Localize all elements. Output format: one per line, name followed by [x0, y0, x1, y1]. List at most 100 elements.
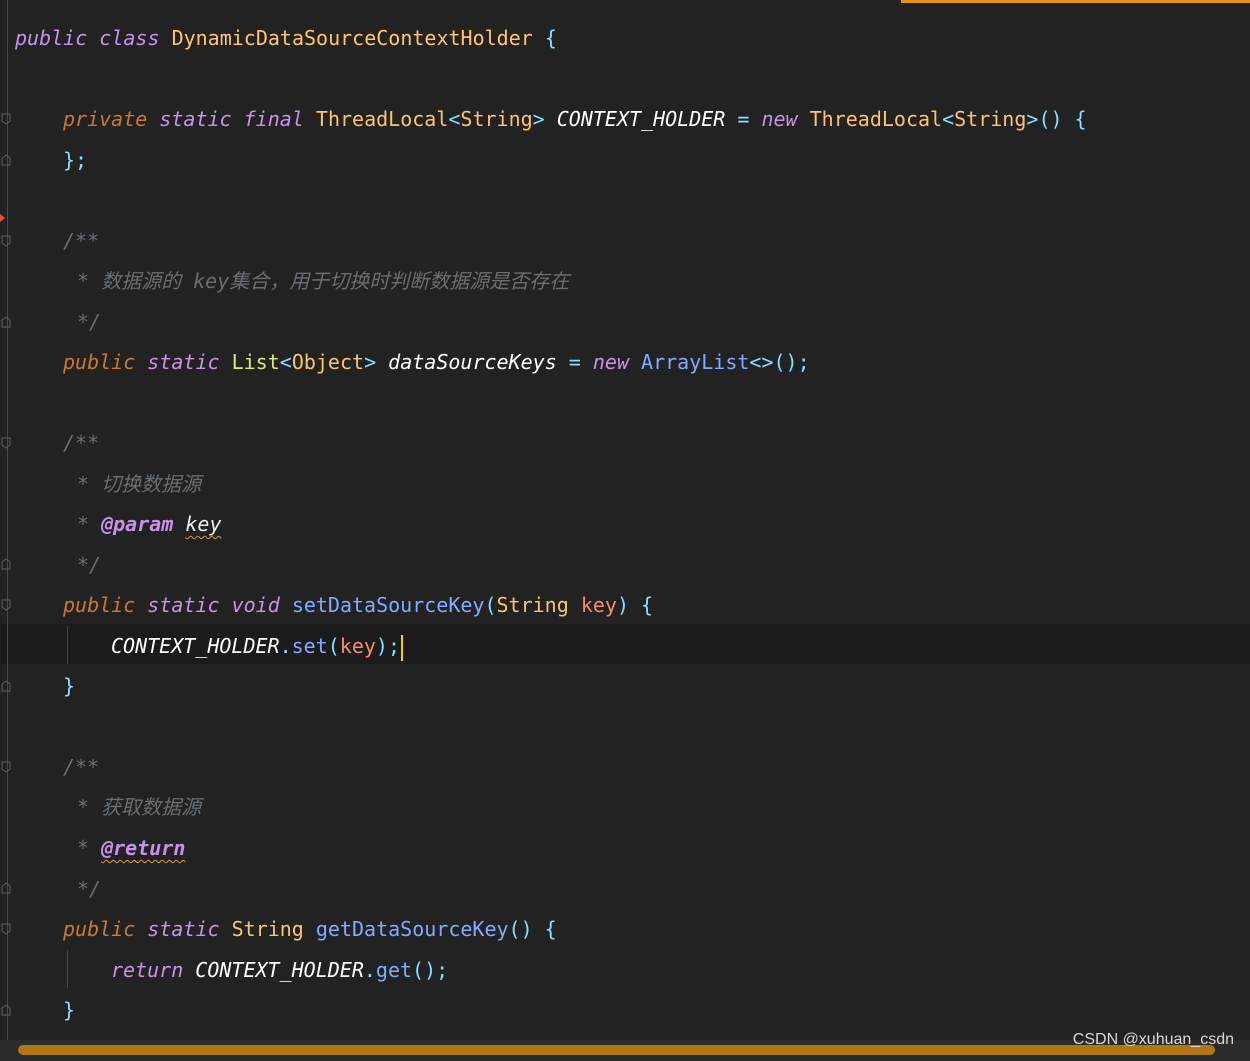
keyword: new — [761, 107, 798, 131]
fold-marker-icon[interactable] — [1, 882, 11, 894]
doc-comment-close[interactable]: */ — [77, 302, 101, 342]
keyword: static — [159, 107, 232, 131]
punct: ); — [375, 634, 401, 658]
punct: () { — [508, 917, 557, 941]
type-name: String — [231, 917, 304, 941]
comment-text: 切换数据源 — [101, 472, 202, 496]
keyword: return — [111, 958, 184, 982]
comment: * — [77, 836, 90, 860]
doc-comment-line[interactable]: * 切换数据源 — [77, 464, 201, 504]
code-line-get-close[interactable]: } — [63, 990, 75, 1030]
punct: > — [532, 107, 545, 131]
field-name: CONTEXT_HOLDER — [111, 634, 280, 658]
punct: > — [364, 350, 377, 374]
param-name: key — [339, 634, 376, 658]
punct: ( — [327, 634, 340, 658]
comment: */ — [77, 310, 102, 334]
class-name: DynamicDataSourceContextHolder — [171, 26, 533, 50]
doc-comment-open[interactable]: /** — [63, 221, 99, 261]
indent-guide — [67, 626, 68, 664]
punct: (); — [412, 958, 449, 982]
comment: */ — [77, 877, 102, 901]
code-line-datasource-keys[interactable]: public static List<Object> dataSourceKey… — [63, 342, 810, 382]
watermark: CSDN @xuhuan_csdn — [1072, 1031, 1234, 1048]
keyword: static — [147, 350, 220, 374]
brace: } — [63, 674, 76, 698]
comment-text: 数据源的 — [101, 269, 182, 293]
brace: { — [641, 593, 654, 617]
param-name: key — [580, 593, 617, 617]
fold-marker-icon[interactable] — [1, 923, 11, 935]
operator: = — [568, 350, 581, 374]
code-line-set-method[interactable]: public static void setDataSourceKey(Stri… — [63, 585, 653, 625]
fold-marker-icon[interactable] — [1, 599, 11, 611]
keyword: void — [231, 593, 280, 617]
punct: < — [448, 107, 461, 131]
code-line-holder-close[interactable]: }; — [63, 140, 87, 180]
doc-comment-close[interactable]: */ — [77, 545, 101, 585]
operator: = — [737, 107, 750, 131]
method-call: set — [291, 634, 328, 658]
type-name: List — [231, 350, 280, 374]
doc-comment-param[interactable]: * @param key — [77, 504, 222, 544]
keyword: class — [99, 26, 160, 50]
fold-marker-icon[interactable] — [1, 113, 11, 125]
punct: . — [279, 634, 292, 658]
field-name: CONTEXT_HOLDER — [195, 958, 364, 982]
doc-comment-return[interactable]: * @return — [77, 828, 185, 868]
punct: }; — [63, 148, 88, 172]
fold-marker-icon[interactable] — [1, 680, 11, 692]
comment: /** — [63, 431, 100, 455]
keyword: public — [63, 593, 136, 617]
type-name: String — [496, 593, 569, 617]
brace: { — [544, 26, 557, 50]
method-name: setDataSourceKey — [291, 593, 485, 617]
comment: * — [77, 472, 90, 496]
fold-marker-icon[interactable] — [1, 316, 11, 328]
method-call: get — [375, 958, 413, 982]
code-line-get-method[interactable]: public static String getDataSourceKey() … — [63, 909, 557, 949]
type-name: String — [954, 107, 1027, 131]
fold-marker-icon[interactable] — [1, 761, 11, 773]
type-name: ArrayList — [641, 350, 750, 374]
indent-guide — [67, 950, 68, 988]
doc-comment-line[interactable]: * 获取数据源 — [77, 787, 201, 827]
keyword: public — [15, 26, 88, 50]
code-line-get-body[interactable]: return CONTEXT_HOLDER.get(); — [111, 950, 448, 990]
code-editor[interactable]: public class DynamicDataSourceContextHol… — [0, 0, 1250, 1061]
punct: > — [1026, 107, 1039, 131]
fold-marker-icon[interactable] — [1, 1004, 11, 1016]
comment: /** — [63, 755, 100, 779]
doc-comment-close[interactable]: */ — [77, 869, 101, 909]
code-line-class-decl[interactable]: public class DynamicDataSourceContextHol… — [15, 18, 557, 58]
comment: /** — [63, 229, 100, 253]
punct: < — [942, 107, 955, 131]
type-name: ThreadLocal — [809, 107, 943, 131]
field-name: CONTEXT_HOLDER — [556, 107, 726, 131]
fold-marker-icon[interactable] — [1, 235, 11, 247]
keyword: static — [147, 917, 220, 941]
punct: <>(); — [749, 350, 810, 374]
brace: } — [63, 998, 76, 1022]
type-name: Object — [291, 350, 365, 374]
horizontal-scrollbar-thumb[interactable] — [18, 1045, 1215, 1055]
punct: < — [279, 350, 292, 374]
code-line-set-body[interactable]: CONTEXT_HOLDER.set(key); — [111, 626, 404, 666]
type-name: ThreadLocal — [315, 107, 449, 131]
code-line-context-holder[interactable]: private static final ThreadLocal<String>… — [63, 99, 1087, 139]
fold-marker-icon[interactable] — [1, 154, 11, 166]
comment-text: 获取数据源 — [101, 795, 202, 819]
fold-marker-icon[interactable] — [1, 437, 11, 449]
field-name: dataSourceKeys — [388, 350, 557, 374]
javadoc-tag: @return — [101, 836, 186, 860]
code-line-set-close[interactable]: } — [63, 666, 75, 706]
comment: * — [77, 795, 90, 819]
comment: * — [77, 512, 90, 536]
doc-comment-open[interactable]: /** — [63, 747, 99, 787]
keyword: private — [63, 107, 148, 131]
fold-marker-icon[interactable] — [1, 558, 11, 570]
doc-comment-line[interactable]: * 数据源的 key集合，用于切换时判断数据源是否存在 — [77, 261, 569, 301]
doc-comment-open[interactable]: /** — [63, 423, 99, 463]
breakpoint-marker-icon[interactable] — [0, 214, 5, 222]
method-name: getDataSourceKey — [315, 917, 509, 941]
